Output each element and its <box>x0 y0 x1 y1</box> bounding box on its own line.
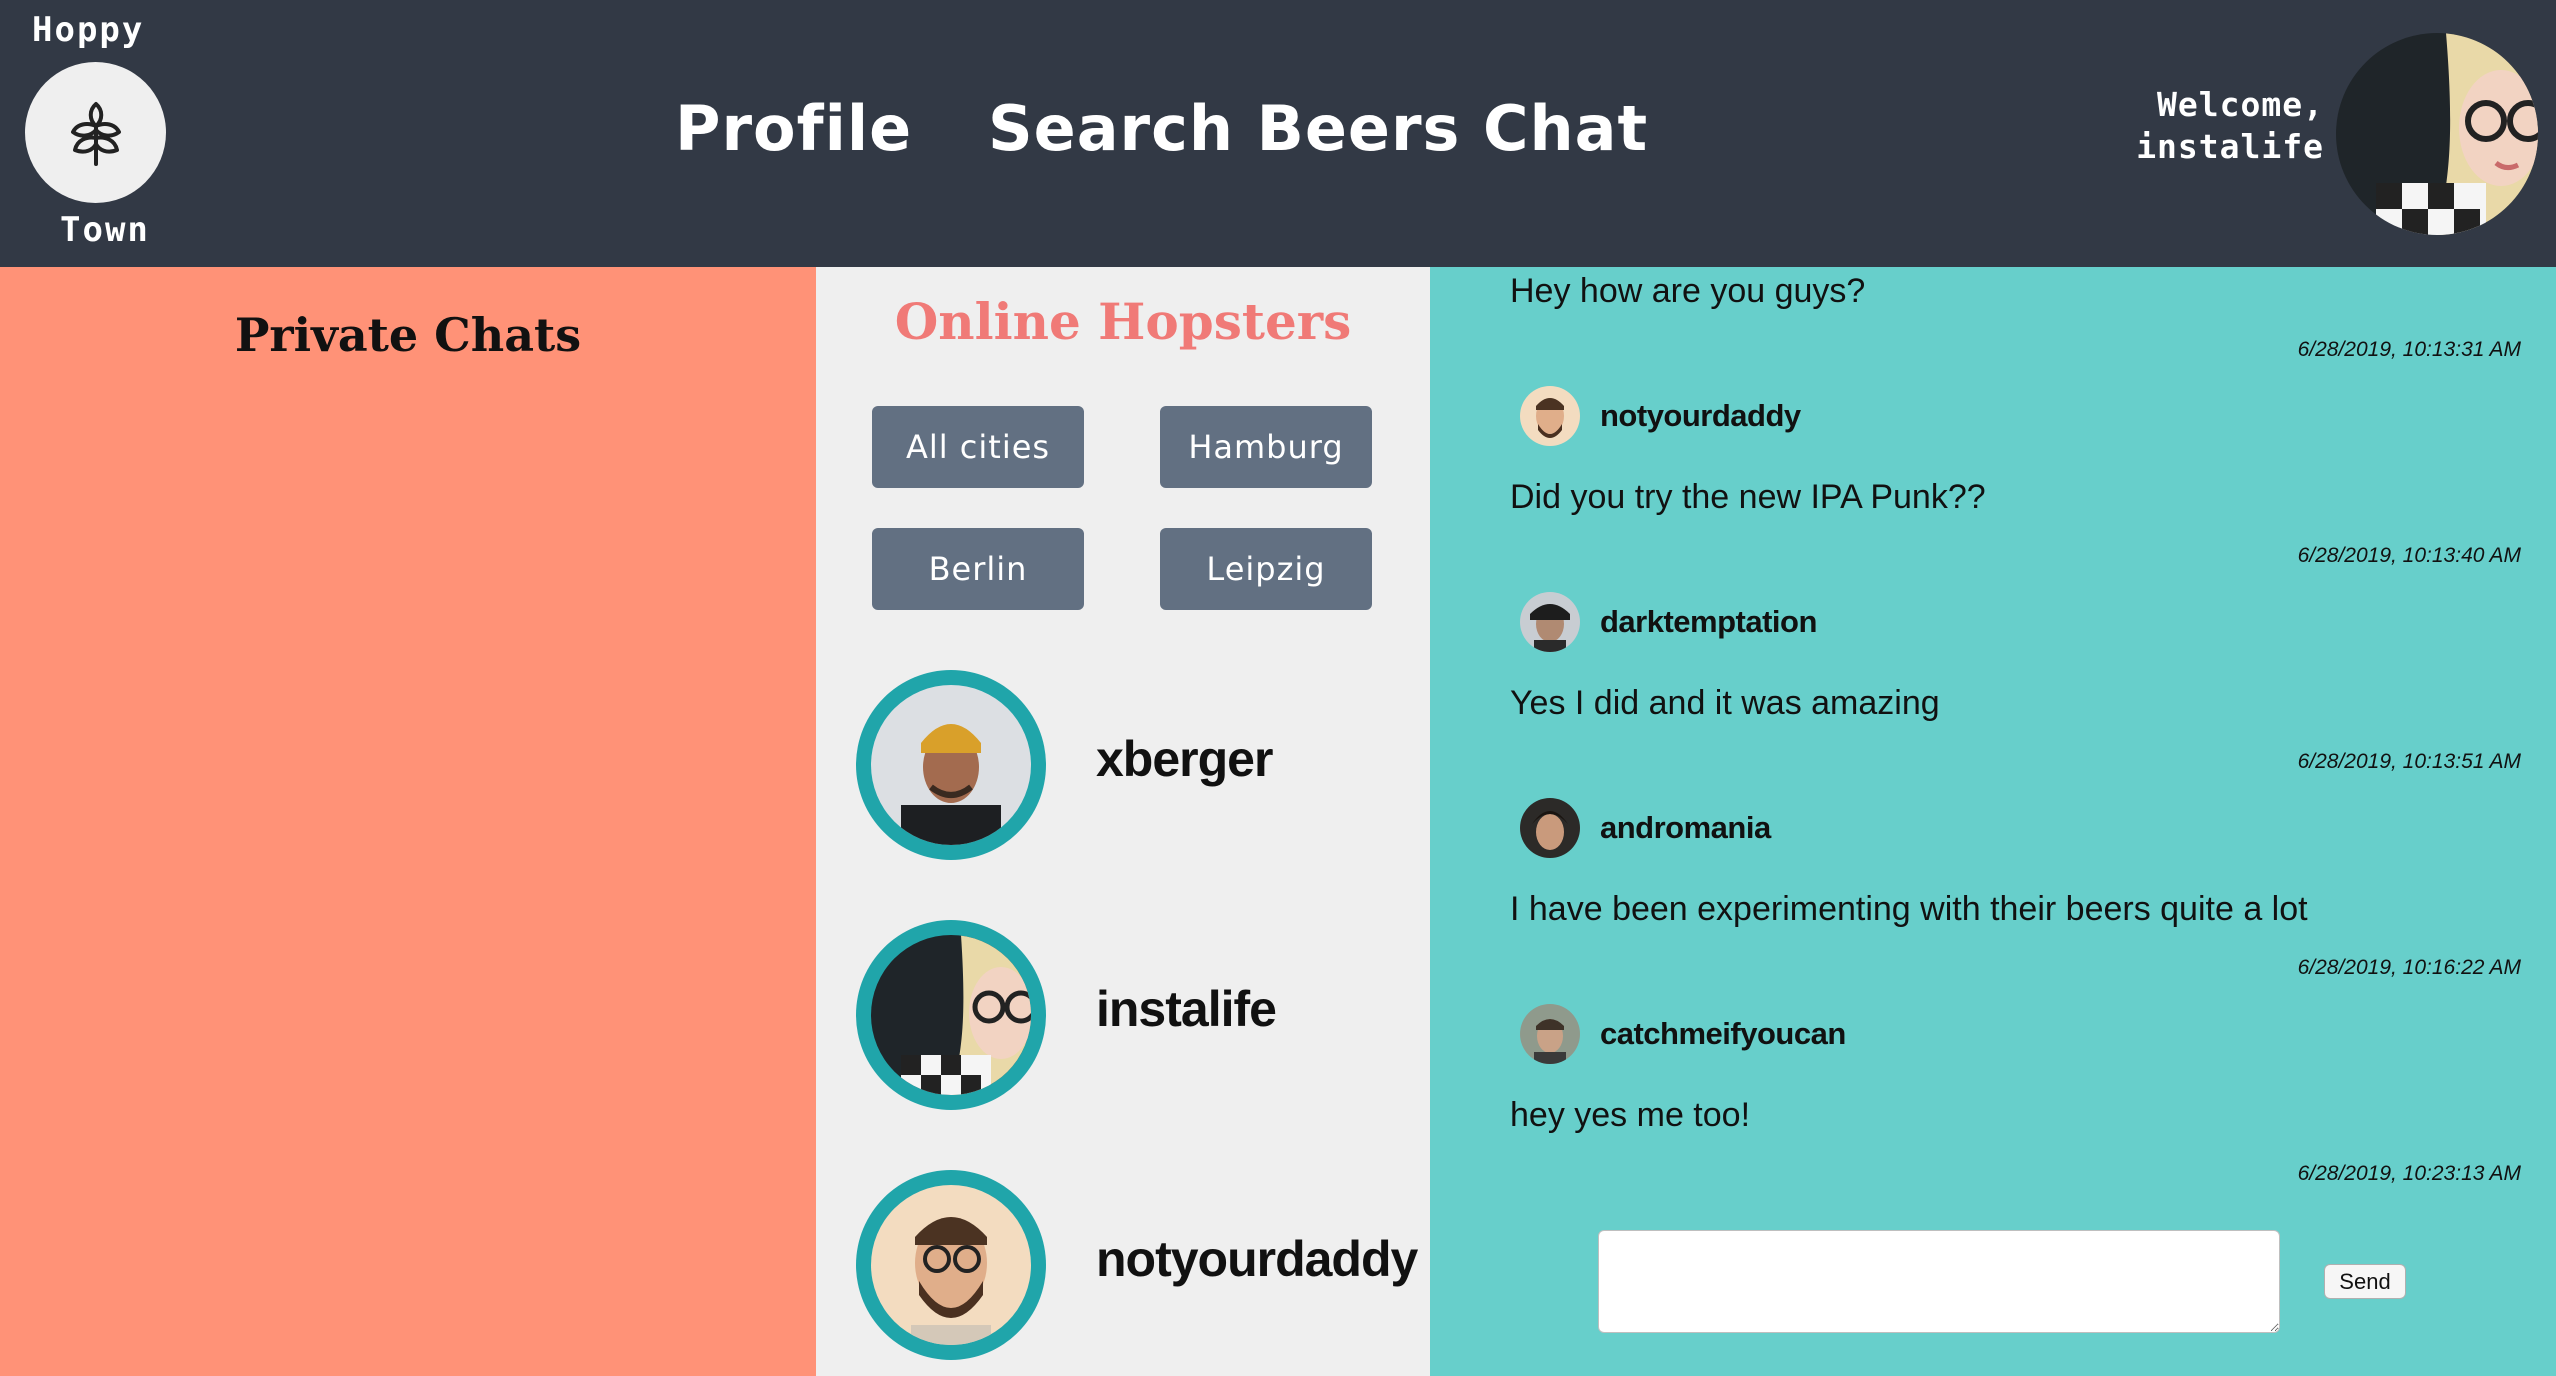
private-chats-title: Private Chats <box>234 308 582 362</box>
author-name: catchmeifyoucan <box>1600 1016 1846 1051</box>
nav-chat-link[interactable]: Chat <box>1483 92 1648 165</box>
welcome-greeting: Welcome, <box>2157 85 2324 124</box>
city-filter-leipzig-button[interactable]: Leipzig <box>1160 528 1372 610</box>
andromania-avatar-image <box>1520 798 1580 858</box>
chat-message-author: andromania <box>1520 798 1771 858</box>
online-user-avatar <box>856 1170 1046 1360</box>
chat-message-text: hey yes me too! <box>1510 1096 1751 1134</box>
logo-text-bottom: Town <box>60 210 150 250</box>
notyourdaddy-avatar-image <box>1520 386 1580 446</box>
welcome-username: instalife <box>2136 127 2324 166</box>
chat-message-timestamp: 6/28/2019, 10:23:13 AM <box>2297 1162 2521 1185</box>
city-filter-berlin-button[interactable]: Berlin <box>872 528 1084 610</box>
logo-text-top: Hoppy <box>32 10 145 50</box>
send-button[interactable]: Send <box>2324 1264 2406 1299</box>
city-filter-all-button[interactable]: All cities <box>872 406 1084 488</box>
online-user-item[interactable]: instalife <box>856 920 1416 1110</box>
chat-message-text: Did you try the new IPA Punk?? <box>1510 478 1986 516</box>
author-avatar <box>1520 386 1580 446</box>
online-user-item[interactable]: notyourdaddy <box>856 1170 1418 1360</box>
catchmeifyoucan-avatar-image <box>1520 1004 1580 1064</box>
nav-profile-link[interactable]: Profile <box>675 92 912 165</box>
author-name: andromania <box>1600 810 1771 845</box>
chat-message-timestamp: 6/28/2019, 10:13:31 AM <box>2297 338 2521 361</box>
nav-search-beers-link[interactable]: Search Beers <box>988 92 1460 165</box>
chat-message-input[interactable] <box>1598 1230 2280 1333</box>
user-avatar[interactable] <box>2336 33 2538 235</box>
online-user-name: instalife <box>1096 981 1277 1037</box>
darktemptation-avatar-image <box>1520 592 1580 652</box>
online-user-item[interactable]: xberger <box>856 670 1416 860</box>
chat-message-text: Hey how are you guys? <box>1510 272 1866 310</box>
city-filter-hamburg-button[interactable]: Hamburg <box>1160 406 1372 488</box>
chat-message-text: I have been experimenting with their bee… <box>1510 890 2308 928</box>
chat-message-author: catchmeifyoucan <box>1520 1004 1846 1064</box>
chat-message-text: Yes I did and it was amazing <box>1510 684 1940 722</box>
logo[interactable] <box>25 62 166 203</box>
chat-message-author: darktemptation <box>1520 592 1817 652</box>
private-chats-panel <box>0 267 816 1376</box>
online-user-avatar <box>856 920 1046 1110</box>
top-navbar: Hoppy Town Profile Search Beers Chat Wel… <box>0 0 2556 267</box>
author-name: notyourdaddy <box>1600 398 1801 433</box>
chat-message-timestamp: 6/28/2019, 10:13:51 AM <box>2297 750 2521 773</box>
author-avatar <box>1520 1004 1580 1064</box>
chat-message-author: notyourdaddy <box>1520 386 1801 446</box>
instalife-avatar-image <box>871 935 1031 1095</box>
online-user-avatar <box>856 670 1046 860</box>
online-user-name: notyourdaddy <box>1096 1231 1418 1287</box>
chat-message-timestamp: 6/28/2019, 10:13:40 AM <box>2297 544 2521 567</box>
author-avatar <box>1520 592 1580 652</box>
online-hopsters-title: Online Hopsters <box>894 292 1352 351</box>
xberger-avatar-image <box>871 685 1031 845</box>
chat-message-timestamp: 6/28/2019, 10:16:22 AM <box>2297 956 2521 979</box>
author-name: darktemptation <box>1600 604 1817 639</box>
online-user-name: xberger <box>1096 731 1273 787</box>
instalife-avatar-image <box>2336 33 2538 235</box>
hop-leaf-icon <box>70 101 121 166</box>
notyourdaddy-avatar-image <box>871 1185 1031 1345</box>
author-avatar <box>1520 798 1580 858</box>
welcome-message: Welcome, instalife <box>2136 84 2324 168</box>
